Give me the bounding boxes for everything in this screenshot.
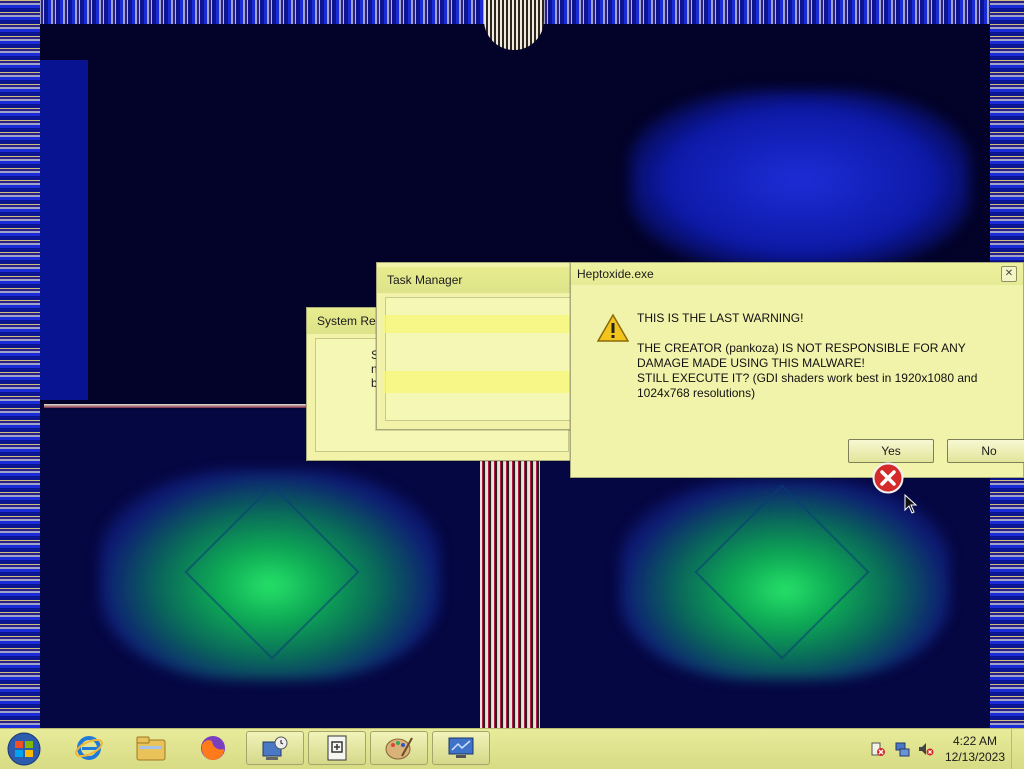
paint-icon[interactable]	[370, 731, 428, 765]
task-manager-icon[interactable]	[308, 731, 366, 765]
horizontal-glitch-line	[44, 404, 314, 408]
message-line-2: THE CREATOR (pankoza) IS NOT RESPONSIBLE…	[637, 341, 966, 370]
message-line-3: STILL EXECUTE IT? (GDI shaders work best…	[637, 371, 978, 400]
system-restore-glyph	[262, 736, 288, 760]
network-app-icon[interactable]	[432, 731, 490, 765]
internet-explorer-icon[interactable]	[60, 731, 118, 765]
clock[interactable]: 4:22 AM 12/13/2023	[940, 733, 1010, 765]
clock-date: 12/13/2023	[944, 750, 1006, 764]
system-tray: 4:22 AM 12/13/2023	[864, 729, 1024, 769]
heptoxide-warning-dialog[interactable]: Heptoxide.exe ✕ THIS IS THE LAST WARNING…	[570, 262, 1024, 478]
task-manager-title[interactable]: Task Manager	[377, 267, 587, 293]
taskbar: 4:22 AM 12/13/2023	[0, 728, 1024, 769]
firefox-glyph	[201, 736, 225, 760]
glitch-frame-left	[0, 0, 40, 728]
network-icon[interactable]	[894, 741, 910, 757]
task-manager-glyph	[327, 735, 347, 761]
mouse-pointer-icon	[904, 494, 918, 514]
clock-time: 4:22 AM	[952, 734, 998, 748]
firefox-icon[interactable]	[184, 731, 242, 765]
blue-bar-left	[40, 60, 88, 400]
internet-explorer-glyph	[75, 736, 103, 760]
dialog-message: THIS IS THE LAST WARNING! THE CREATOR (p…	[637, 311, 1009, 416]
close-button[interactable]: ✕	[1001, 266, 1017, 282]
message-line-1: THIS IS THE LAST WARNING!	[637, 311, 804, 325]
paint-palette-glyph	[385, 737, 413, 760]
action-center-icon[interactable]	[870, 741, 886, 757]
show-desktop-button[interactable]	[1011, 729, 1024, 769]
windows-start-orb[interactable]	[4, 731, 44, 767]
glitch-streak	[383, 315, 583, 333]
blue-glow-top-right	[630, 90, 970, 270]
warning-icon	[597, 313, 629, 342]
no-button[interactable]: No	[947, 439, 1024, 463]
glitch-streak	[383, 371, 583, 393]
task-manager-window[interactable]: Task Manager	[376, 262, 588, 430]
dialog-title[interactable]: Heptoxide.exe	[571, 263, 1023, 285]
folder-glyph	[136, 736, 166, 761]
error-icon	[872, 462, 904, 494]
file-explorer-icon[interactable]	[122, 731, 180, 765]
yes-button[interactable]: Yes	[848, 439, 934, 463]
system-restore-icon[interactable]	[246, 731, 304, 765]
monitor-network-glyph	[448, 737, 474, 758]
volume-muted-icon[interactable]	[918, 741, 934, 757]
